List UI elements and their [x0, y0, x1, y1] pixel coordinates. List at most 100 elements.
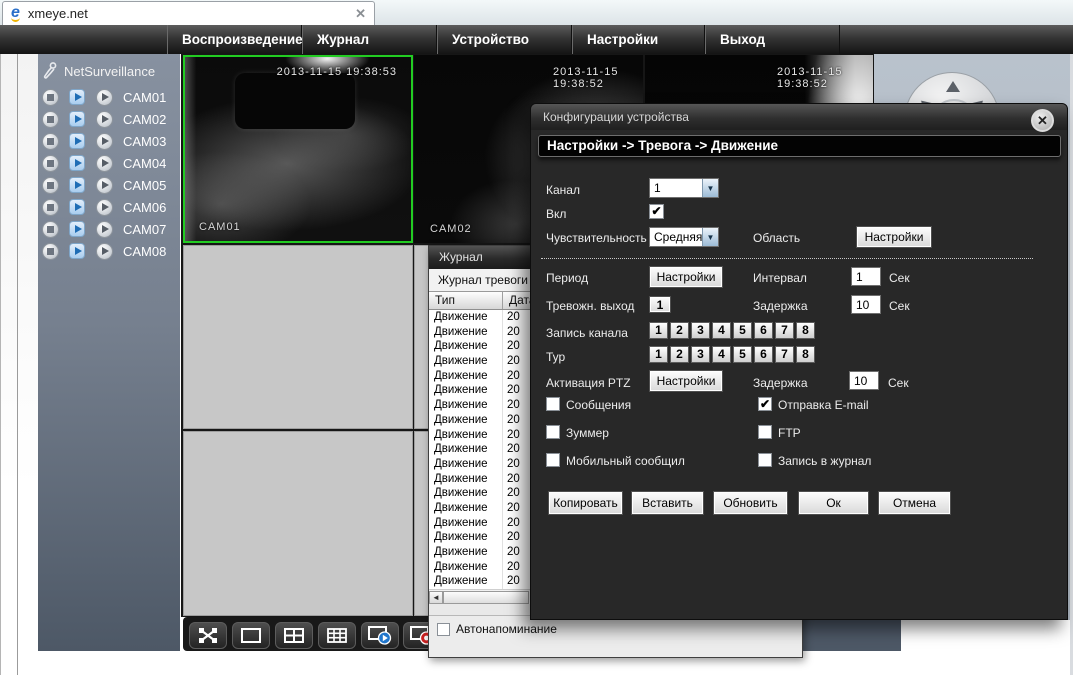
channel-button[interactable]: 7: [775, 322, 794, 339]
stop-icon[interactable]: [42, 177, 59, 194]
channel-select[interactable]: 1 ▼: [649, 178, 719, 198]
nav-item-playback[interactable]: Воспроизведение: [167, 25, 302, 54]
playback-icon[interactable]: [96, 177, 113, 194]
sidebar-title: NetSurveillance: [64, 64, 155, 79]
fullscreen-button[interactable]: [189, 622, 227, 649]
play-icon[interactable]: [69, 133, 85, 149]
channel-button[interactable]: 2: [670, 322, 689, 339]
refresh-button[interactable]: Обновить: [713, 491, 788, 515]
nav-item-device[interactable]: Устройство: [437, 25, 572, 54]
alarm-output-button[interactable]: 1: [649, 296, 671, 313]
playback-icon[interactable]: [96, 243, 113, 260]
message-checkbox[interactable]: [546, 397, 560, 411]
playback-icon[interactable]: [96, 111, 113, 128]
video-cell-empty[interactable]: [183, 431, 413, 616]
playback-icon[interactable]: [96, 133, 113, 150]
sensitivity-select[interactable]: Средняя ▼: [649, 227, 719, 247]
stop-icon[interactable]: [42, 111, 59, 128]
paste-button[interactable]: Вставить: [631, 491, 704, 515]
playback-icon[interactable]: [96, 89, 113, 106]
message-label: Сообщения: [566, 398, 631, 412]
tour-channel-button[interactable]: 4: [712, 346, 731, 363]
tour-channel-button[interactable]: 1: [649, 346, 668, 363]
auto-reminder-checkbox[interactable]: [437, 623, 450, 636]
channel-button[interactable]: 6: [754, 322, 773, 339]
camera-label[interactable]: CAM01: [123, 90, 166, 105]
channel-button[interactable]: 1: [649, 322, 668, 339]
play-icon[interactable]: [69, 199, 85, 215]
log-checkbox[interactable]: [758, 453, 772, 467]
browser-tab[interactable]: e xmeye.net ✕: [2, 1, 375, 25]
stop-icon[interactable]: [42, 133, 59, 150]
page-border-line: [17, 54, 18, 675]
play-icon[interactable]: [69, 177, 85, 193]
camera-label[interactable]: CAM06: [123, 200, 166, 215]
play-icon[interactable]: [69, 111, 85, 127]
stop-icon[interactable]: [42, 199, 59, 216]
nav-item-journal[interactable]: Журнал: [302, 25, 437, 54]
chevron-down-icon: ▼: [702, 179, 718, 197]
email-checkbox[interactable]: [758, 397, 772, 411]
tour-label: Тур: [546, 350, 565, 364]
netsurveillance-app: e xmeye.net ✕ Воспроизведение Журнал Уст…: [0, 0, 1073, 675]
tour-channel-button[interactable]: 7: [775, 346, 794, 363]
camera-label[interactable]: CAM03: [123, 134, 166, 149]
channel-button[interactable]: 3: [691, 322, 710, 339]
playback-icon[interactable]: [96, 155, 113, 172]
ptz-settings-button[interactable]: Настройки: [649, 370, 723, 392]
tour-channel-button[interactable]: 3: [691, 346, 710, 363]
nav-item-logout[interactable]: Выход: [705, 25, 840, 54]
period-settings-button[interactable]: Настройки: [649, 266, 723, 288]
tour-channel-button[interactable]: 6: [754, 346, 773, 363]
column-header-type[interactable]: Тип: [429, 292, 503, 309]
ptz-up-arrow-icon[interactable]: [946, 81, 960, 92]
playback-icon[interactable]: [96, 221, 113, 238]
enable-checkbox[interactable]: [649, 204, 664, 219]
camera-label[interactable]: CAM05: [123, 178, 166, 193]
play-icon[interactable]: [69, 243, 85, 259]
play-icon[interactable]: [69, 155, 85, 171]
tour-channel-button[interactable]: 8: [796, 346, 815, 363]
nine-grid-view-button[interactable]: [318, 622, 356, 649]
mobile-report-label: Мобильный сообщил: [566, 454, 685, 468]
auto-reminder-label: Автонапоминание: [456, 622, 557, 636]
tab-close-icon[interactable]: ✕: [355, 6, 366, 22]
video-feed-cam01[interactable]: 2013-11-15 19:38:53 CAM01: [183, 55, 413, 243]
camera-label[interactable]: CAM07: [123, 222, 166, 237]
play-icon[interactable]: [69, 89, 85, 105]
channel-button[interactable]: 8: [796, 322, 815, 339]
stop-icon[interactable]: [42, 155, 59, 172]
mobile-report-checkbox[interactable]: [546, 453, 560, 467]
play-icon[interactable]: [69, 221, 85, 237]
ftp-checkbox[interactable]: [758, 425, 772, 439]
interval-input[interactable]: [851, 267, 881, 286]
delay-input[interactable]: [851, 295, 881, 314]
buzzer-checkbox[interactable]: [546, 425, 560, 439]
region-settings-button[interactable]: Настройки: [856, 226, 932, 248]
camera-label[interactable]: CAM04: [123, 156, 166, 171]
channel-button[interactable]: 5: [733, 322, 752, 339]
cancel-button[interactable]: Отмена: [878, 491, 951, 515]
ok-button[interactable]: Ок: [798, 491, 869, 515]
video-cell-empty[interactable]: [183, 245, 413, 429]
playback-view-button[interactable]: [361, 622, 399, 649]
ptz-delay-input[interactable]: [849, 371, 879, 390]
nav-item-settings[interactable]: Настройки: [572, 25, 705, 54]
tour-channel-button[interactable]: 2: [670, 346, 689, 363]
dialog-close-icon[interactable]: ✕: [1031, 109, 1054, 132]
stop-icon[interactable]: [42, 243, 59, 260]
camera-label[interactable]: CAM08: [123, 244, 166, 259]
copy-button[interactable]: Копировать: [548, 491, 623, 515]
record-channel-label: Запись канала: [546, 326, 628, 340]
scroll-left-arrow-icon[interactable]: ◄: [429, 591, 443, 604]
channel-button[interactable]: 4: [712, 322, 731, 339]
tour-channel-button[interactable]: 5: [733, 346, 752, 363]
dialog-title: Конфигурации устройства: [531, 104, 1067, 130]
scrollbar-thumb[interactable]: [443, 591, 529, 604]
quad-view-button[interactable]: [275, 622, 313, 649]
single-view-button[interactable]: [232, 622, 270, 649]
stop-icon[interactable]: [42, 221, 59, 238]
playback-icon[interactable]: [96, 199, 113, 216]
camera-label[interactable]: CAM02: [123, 112, 166, 127]
stop-icon[interactable]: [42, 89, 59, 106]
